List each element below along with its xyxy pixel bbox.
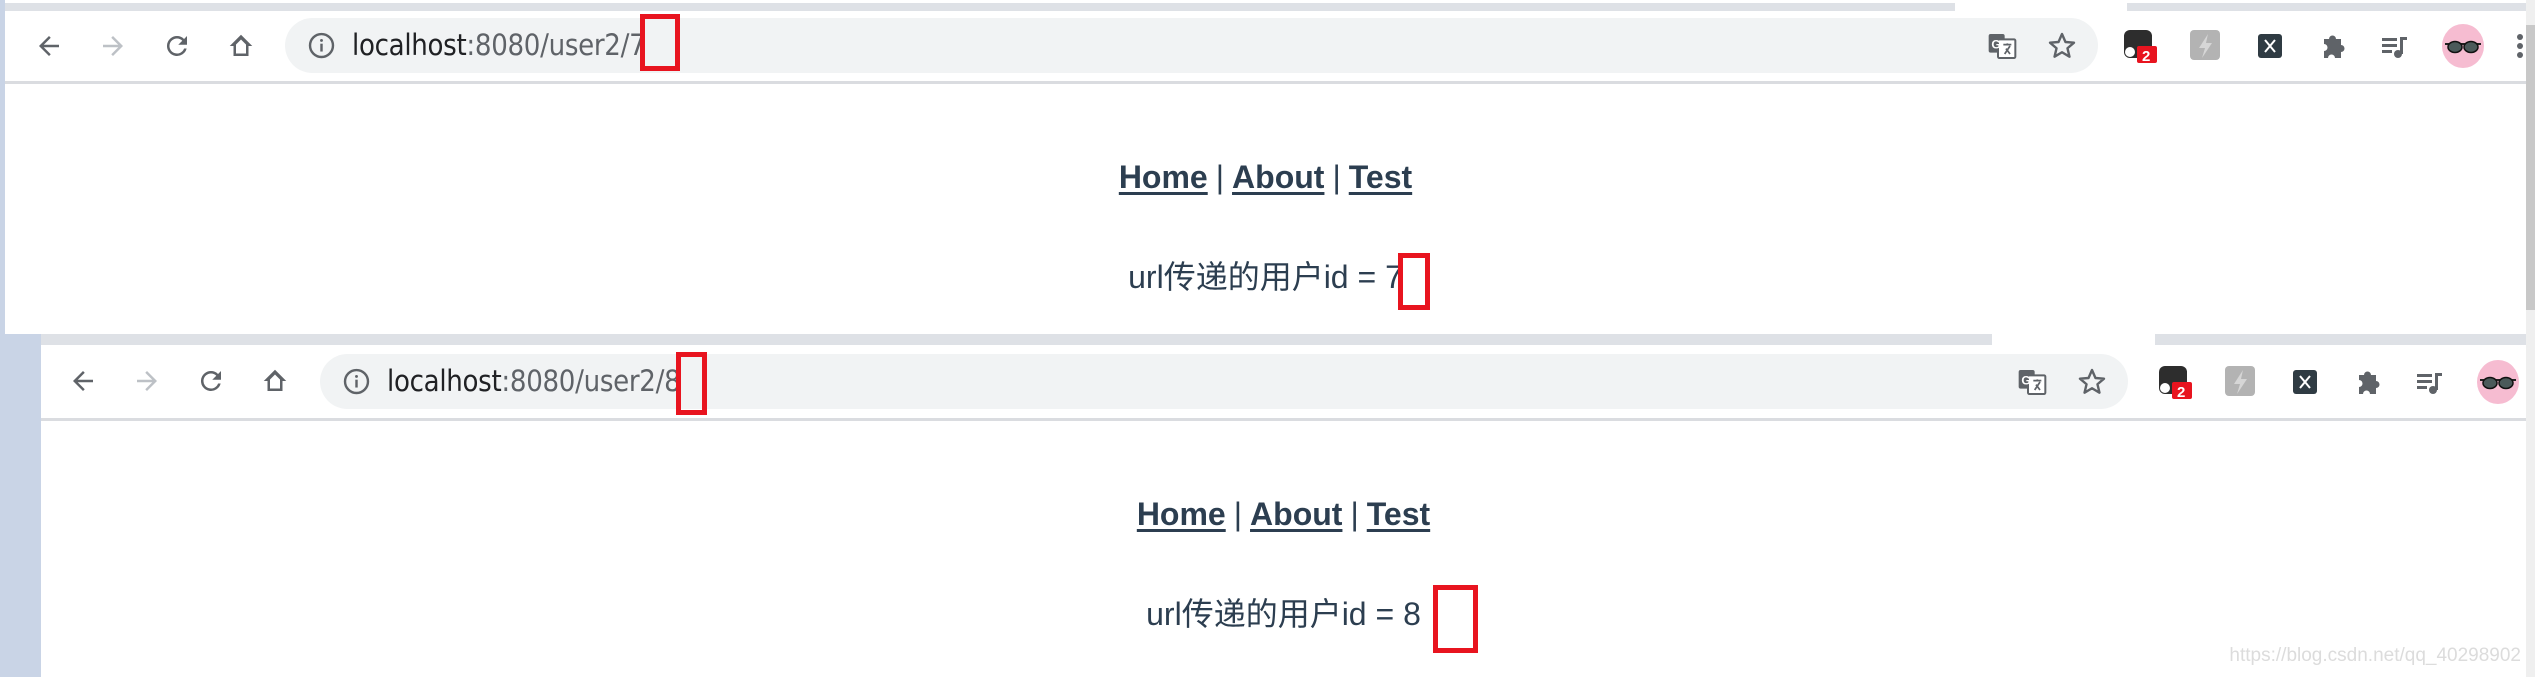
- svg-text:G: G: [1991, 38, 2000, 52]
- tab-strip: [5, 3, 2526, 11]
- extension-dark-icon: 2: [2124, 30, 2157, 65]
- url-user-id: 7: [629, 28, 646, 62]
- active-tab[interactable]: [1941, 3, 2141, 11]
- user-id-label: url传递的用户id =: [1128, 259, 1386, 295]
- nav-link-test[interactable]: Test: [1367, 496, 1430, 532]
- reload-icon: [200, 370, 221, 391]
- media-queue-button[interactable]: [2413, 365, 2447, 399]
- puzzle-icon: [2359, 371, 2380, 394]
- extension-x-button[interactable]: [2253, 29, 2287, 63]
- watermark: https://blog.csdn.net/qq_40298902: [2229, 645, 2521, 666]
- x-extension-icon: [2293, 370, 2317, 394]
- nav-links: Home | About | Test: [41, 494, 2526, 534]
- extension-x-button[interactable]: [2288, 365, 2322, 399]
- extensions-button[interactable]: [2316, 29, 2350, 63]
- reload-icon: [166, 35, 187, 56]
- browser-toolbar: localhost:8080/user2/7 G 2: [5, 11, 2526, 82]
- browser-window-1: localhost:8080/user2/7 G 2 Home | About | Te…: [5, 0, 2526, 334]
- svg-text:G: G: [2021, 374, 2030, 388]
- profile-avatar[interactable]: [2441, 23, 2485, 69]
- browser-menu-button[interactable]: [2510, 29, 2526, 63]
- nav-link-home[interactable]: Home: [1119, 159, 1208, 195]
- extension-lightning-button[interactable]: [2189, 29, 2223, 63]
- scrollbar-thumb[interactable]: [2526, 25, 2535, 310]
- nav-separator: |: [1215, 159, 1225, 195]
- user-id-label: url传递的用户id =: [1146, 596, 1404, 632]
- home-icon: [263, 369, 287, 391]
- url-text[interactable]: localhost:8080/user2/8: [387, 354, 681, 409]
- browser-toolbar: localhost:8080/user2/8 G 2: [41, 345, 2526, 418]
- avatar-glasses-icon: [2477, 360, 2519, 404]
- extension-badge: 2: [2177, 384, 2185, 399]
- extension-dark-button[interactable]: 2: [2123, 29, 2157, 65]
- avatar-glasses-icon: [2442, 24, 2484, 68]
- tab-strip: [41, 334, 2526, 345]
- back-button[interactable]: [63, 361, 103, 401]
- home-button[interactable]: [255, 361, 295, 401]
- nav-link-home[interactable]: Home: [1137, 496, 1226, 532]
- user-id-value: 8: [1403, 596, 1421, 632]
- address-bar[interactable]: localhost:8080/user2/7 G: [285, 18, 2098, 73]
- extensions-button[interactable]: [2351, 365, 2385, 399]
- media-queue-button[interactable]: [2378, 29, 2412, 63]
- forward-icon: [103, 36, 123, 56]
- translate-icon[interactable]: G: [2016, 366, 2048, 398]
- lightning-icon: [2190, 30, 2220, 60]
- reload-button[interactable]: [157, 26, 197, 66]
- active-tab[interactable]: [1978, 334, 2169, 345]
- puzzle-icon: [2324, 35, 2345, 58]
- extension-dark-button[interactable]: 2: [2158, 365, 2192, 401]
- user-id-value: 7: [1385, 259, 1403, 295]
- page-content: Home | About | Test url传递的用户id = 7: [5, 84, 2526, 297]
- queue-music-icon: [2417, 373, 2442, 394]
- page-content: Home | About | Test url传递的用户id = 8: [41, 421, 2526, 634]
- site-info-icon[interactable]: [307, 31, 336, 60]
- url-text[interactable]: localhost:8080/user2/7: [352, 18, 646, 73]
- back-button[interactable]: [29, 26, 69, 66]
- user-id-line: url传递的用户id = 8: [41, 594, 2526, 634]
- site-info-icon[interactable]: [342, 367, 371, 396]
- back-icon: [39, 36, 59, 56]
- nav-separator: |: [1233, 496, 1243, 532]
- nav-link-about[interactable]: About: [1232, 159, 1324, 195]
- home-icon: [229, 34, 253, 56]
- address-bar[interactable]: localhost:8080/user2/8 G: [320, 354, 2128, 409]
- kebab-menu-icon: [2517, 34, 2523, 58]
- reload-button[interactable]: [191, 361, 231, 401]
- extension-badge: 2: [2142, 48, 2150, 63]
- nav-separator: |: [1350, 496, 1359, 532]
- translate-icon[interactable]: G: [1986, 30, 2018, 62]
- nav-separator: |: [1332, 159, 1341, 195]
- lightning-icon: [2225, 366, 2255, 396]
- forward-button[interactable]: [127, 361, 167, 401]
- home-button[interactable]: [221, 26, 261, 66]
- queue-music-icon: [2382, 37, 2407, 58]
- extension-lightning-button[interactable]: [2224, 365, 2258, 399]
- nav-link-about[interactable]: About: [1250, 496, 1342, 532]
- bookmark-star-icon[interactable]: [2076, 366, 2108, 398]
- bookmark-star-icon[interactable]: [2046, 30, 2078, 62]
- forward-icon: [137, 371, 157, 391]
- extension-dark-icon: 2: [2159, 366, 2192, 401]
- nav-link-test[interactable]: Test: [1349, 159, 1412, 195]
- forward-button[interactable]: [93, 26, 133, 66]
- user-id-line: url传递的用户id = 7: [5, 257, 2526, 297]
- x-extension-icon: [2258, 34, 2282, 58]
- url-user-id: 8: [664, 364, 681, 398]
- profile-avatar[interactable]: [2476, 359, 2520, 405]
- nav-links: Home | About | Test: [5, 157, 2526, 197]
- back-icon: [73, 371, 93, 391]
- browser-window-2: localhost:8080/user2/8 G 2 Home | About | Te…: [41, 334, 2526, 677]
